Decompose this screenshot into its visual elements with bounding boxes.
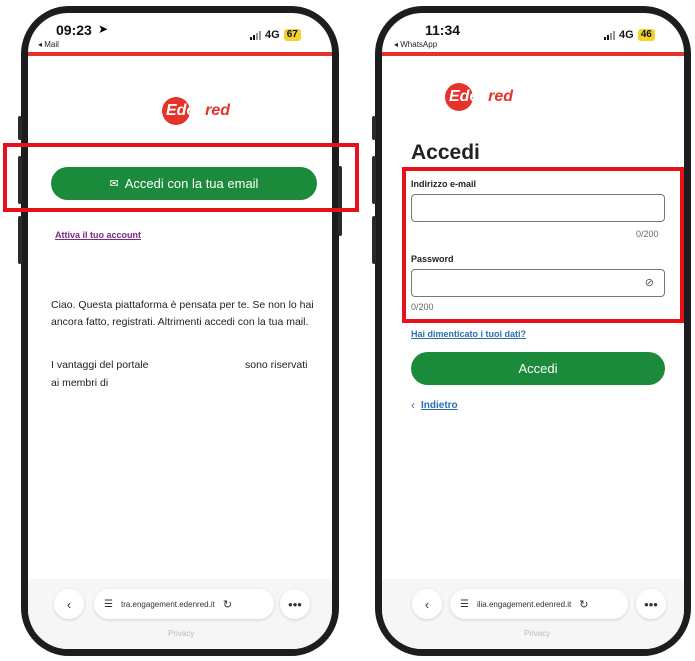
browser-back-button[interactable]: ‹: [412, 589, 442, 619]
highlight-box-login-form: [402, 167, 684, 323]
url-bar[interactable]: ☰ tra.engagement.edenred.it ↻: [94, 589, 274, 619]
intro-paragraph: Ciao. Questa piattaforma è pensata per t…: [51, 299, 314, 328]
more-icon: •••: [288, 596, 302, 612]
browser-bottom-bar: ‹ ☰ ilia.engagement.edenred.it ↻ ••• Pri…: [382, 579, 684, 649]
back-link-label: Indietro: [421, 399, 458, 411]
login-submit-label: Accedi: [518, 361, 558, 376]
chevron-left-icon: ‹: [411, 398, 415, 412]
top-accent-line: [28, 52, 332, 56]
edenred-logo: Edenred: [162, 97, 230, 125]
phone-side-button: [18, 116, 22, 140]
reload-icon[interactable]: ↻: [579, 598, 588, 611]
more-icon: •••: [644, 596, 658, 612]
tabs-icon: ☰: [460, 598, 469, 610]
highlight-box-login-button: [3, 143, 359, 212]
chevron-left-icon: ‹: [424, 596, 430, 612]
benefits-text-part3: ai membri di: [51, 377, 109, 389]
tabs-icon: ☰: [104, 598, 113, 610]
login-submit-button[interactable]: Accedi: [411, 352, 665, 385]
phone-side-button: [18, 216, 22, 264]
left-screen: 09:23 ➤ ◂ Mail 4G 67 Edenred ✉ Accedi co…: [28, 13, 332, 649]
phone-side-button: [372, 116, 376, 140]
phone-side-button: [372, 156, 376, 204]
right-screen: 11:34 ◂ WhatsApp 4G 46 Edenred Accedi In…: [382, 13, 684, 649]
back-link[interactable]: ‹ Indietro: [411, 398, 458, 412]
privacy-footer: Privacy: [524, 629, 551, 638]
phone-side-button: [372, 216, 376, 264]
edenred-logo: Edenred: [445, 83, 513, 111]
url-text: tra.engagement.edenred.it: [120, 599, 215, 609]
top-accent-line: [382, 52, 684, 56]
browser-more-button[interactable]: •••: [636, 589, 666, 619]
status-bar: 11:34 ◂ WhatsApp 4G 46: [382, 13, 684, 57]
activate-account-link[interactable]: Attiva il tuo account: [55, 230, 141, 240]
back-to-app-link[interactable]: ◂ WhatsApp: [394, 40, 437, 49]
chevron-left-icon: ‹: [66, 596, 72, 612]
benefits-text-part2: sono riservati: [245, 359, 308, 371]
privacy-footer: Privacy: [168, 629, 195, 638]
location-arrow-icon: ➤: [98, 22, 109, 36]
network-type: 4G: [265, 29, 280, 41]
status-time: 09:23: [56, 22, 92, 38]
status-bar: 09:23 ➤ ◂ Mail 4G 67: [28, 13, 332, 57]
left-phone: 09:23 ➤ ◂ Mail 4G 67 Edenred ✉ Accedi co…: [18, 6, 342, 656]
right-phone: 11:34 ◂ WhatsApp 4G 46 Edenred Accedi In…: [372, 6, 691, 656]
network-type: 4G: [619, 29, 634, 41]
reload-icon[interactable]: ↻: [223, 598, 232, 611]
url-text: ilia.engagement.edenred.it: [476, 599, 572, 609]
browser-bottom-bar: ‹ ☰ tra.engagement.edenred.it ↻ ••• Priv…: [28, 579, 332, 649]
forgot-credentials-link[interactable]: Hai dimenticato i tuoi dati?: [411, 329, 526, 339]
page-title: Accedi: [411, 141, 480, 164]
signal-indicator: 4G 67: [250, 29, 301, 41]
browser-more-button[interactable]: •••: [280, 589, 310, 619]
battery-indicator: 67: [283, 29, 301, 41]
status-time: 11:34: [425, 22, 461, 38]
benefits-text-part1: I vantaggi del portale: [51, 359, 149, 371]
signal-indicator: 4G 46: [604, 29, 655, 41]
url-bar[interactable]: ☰ ilia.engagement.edenred.it ↻: [450, 589, 628, 619]
back-to-app-link[interactable]: ◂ Mail: [38, 40, 59, 49]
browser-back-button[interactable]: ‹: [54, 589, 84, 619]
battery-indicator: 46: [637, 29, 655, 41]
